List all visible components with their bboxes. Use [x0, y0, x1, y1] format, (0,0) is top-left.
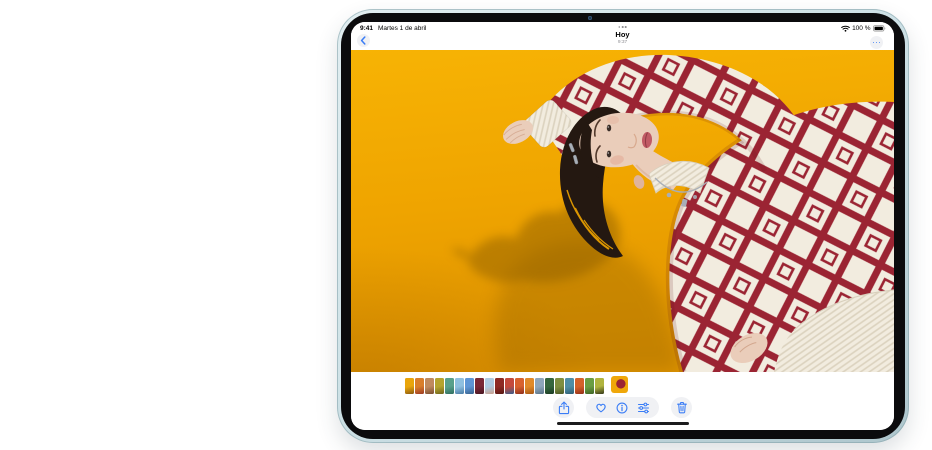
thumbnail-strip [405, 377, 605, 394]
thumbnail[interactable] [495, 378, 504, 394]
page-title: Hoy [351, 31, 894, 39]
share-button[interactable] [553, 397, 574, 418]
trash-icon [676, 401, 688, 414]
thumbnail[interactable] [405, 378, 414, 394]
ipad-bezel: 9:41 Martes 1 de abril 100 % [341, 13, 905, 439]
toolbar [351, 397, 894, 418]
photo-illustration [351, 50, 894, 372]
multitasking-indicator[interactable] [618, 26, 627, 28]
nav-title-block: Hoy 9:37 [351, 31, 894, 45]
thumbnail[interactable] [515, 378, 524, 394]
selected-thumbnail[interactable] [611, 376, 628, 393]
page-subtitle: 9:37 [351, 40, 894, 45]
info-icon[interactable] [616, 402, 628, 414]
adjust-icon[interactable] [637, 402, 650, 414]
thumbnail[interactable] [415, 378, 424, 394]
thumbnail[interactable] [545, 378, 554, 394]
screen: 9:41 Martes 1 de abril 100 % [351, 22, 894, 430]
thumbnail[interactable] [425, 378, 434, 394]
thumbnail[interactable] [505, 378, 514, 394]
thumbnail[interactable] [565, 378, 574, 394]
thumbnail[interactable] [585, 378, 594, 394]
thumbnail[interactable] [445, 378, 454, 394]
thumbnail[interactable] [595, 378, 604, 394]
home-indicator[interactable] [557, 422, 689, 425]
thumbnail[interactable] [485, 378, 494, 394]
thumbnail[interactable] [475, 378, 484, 394]
photo-viewer[interactable] [351, 50, 894, 372]
thumbnail[interactable] [555, 378, 564, 394]
more-options-button[interactable] [870, 36, 883, 49]
header-bar: 9:41 Martes 1 de abril 100 % [351, 22, 894, 50]
footer-bar [351, 372, 894, 430]
actions-pill [586, 397, 659, 418]
thumbnail[interactable] [575, 378, 584, 394]
thumbnail[interactable] [435, 378, 444, 394]
page-background: 9:41 Martes 1 de abril 100 % [0, 0, 932, 450]
share-icon [558, 401, 570, 415]
delete-button[interactable] [671, 397, 692, 418]
thumbnail[interactable] [535, 378, 544, 394]
ipad-device: 9:41 Martes 1 de abril 100 % [337, 9, 909, 443]
thumbnail[interactable] [465, 378, 474, 394]
thumbnail[interactable] [525, 378, 534, 394]
front-camera [588, 16, 592, 20]
thumbnail[interactable] [455, 378, 464, 394]
favorite-icon[interactable] [595, 402, 607, 413]
